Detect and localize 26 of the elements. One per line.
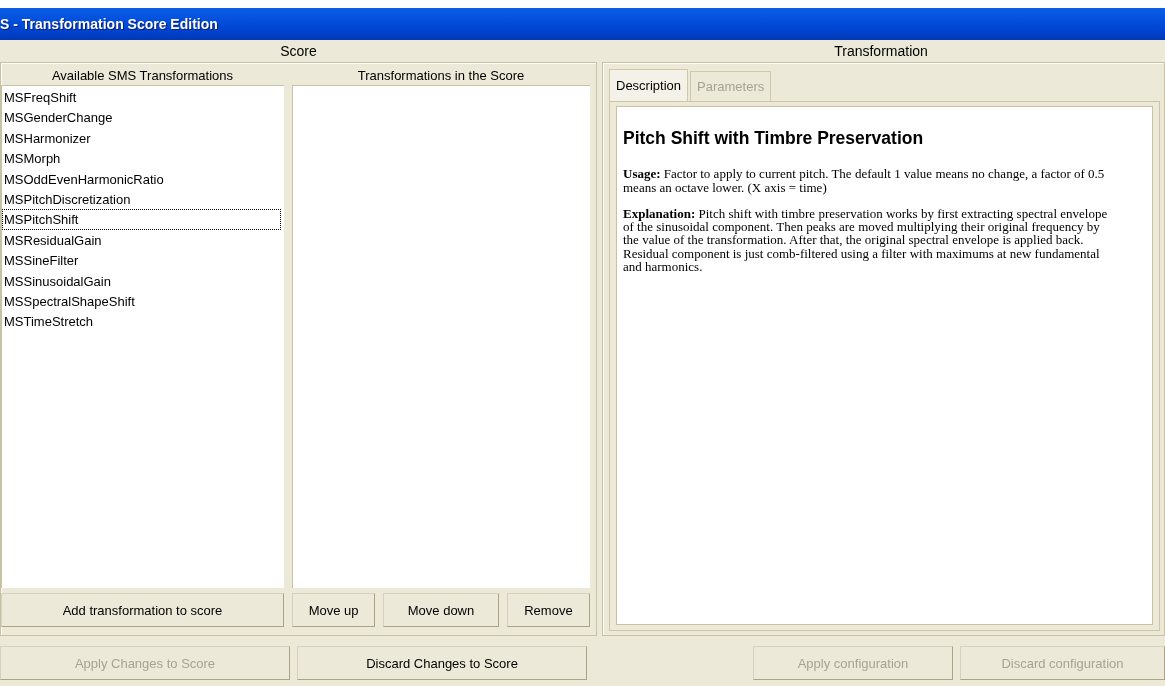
score-heading: Score <box>279 42 318 61</box>
description-paragraph: Usage: Factor to apply to current pitch. The default 1 value means no change, a factor of 0.5 means an octave lower. (X axis = time) <box>623 167 1106 194</box>
list-item[interactable]: MSTimeStretch <box>2 311 281 332</box>
list-button[interactable]: Move down <box>383 593 499 627</box>
list-item[interactable]: MSPitchDiscretization <box>2 188 281 210</box>
window-title: S - Transformation Score Edition <box>0 8 1165 40</box>
list-button[interactable]: Move up <box>292 593 376 627</box>
list-item[interactable]: MSFreqShift <box>2 87 281 108</box>
list-item[interactable]: MSPitchShift <box>2 209 281 230</box>
tab[interactable]: Description <box>609 69 689 101</box>
list-item[interactable]: MSGenderChange <box>2 107 281 128</box>
transformation-heading: Transformation <box>833 42 929 61</box>
add-button[interactable]: Add transformation to score <box>1 593 284 627</box>
available-heading: Available SMS Transformations <box>50 66 235 85</box>
list-item[interactable]: MSResidualGain <box>2 229 281 251</box>
list-item[interactable]: MSSpectralShapeShift <box>2 290 281 312</box>
description-title: Pitch Shift with Timbre Preservation <box>623 132 925 146</box>
list-item[interactable]: MSOddEvenHarmonicRatio <box>2 168 281 189</box>
list-item[interactable]: MSMorph <box>2 148 281 169</box>
score-button[interactable]: Discard Changes to Score <box>297 646 587 680</box>
list-item[interactable]: MSSinusoidalGain <box>2 270 281 291</box>
list-item[interactable]: MSHarmonizer <box>2 127 281 149</box>
score-list-heading: Transformations in the Score <box>356 66 526 85</box>
list-button[interactable]: Remove <box>506 593 590 627</box>
list-item[interactable]: MSSineFilter <box>2 250 281 271</box>
description-paragraph: Explanation: Pitch shift with timbre preservation works by first extracting spectral envelope of the sinusoidal component. Then peaks are moved multiplying their original frequency by the value of the transformation. After that, the original spectral envelope is applied back. Residual component is just comb-filtered using a filter with maximums at new fundamental and harmonics. <box>623 206 1109 274</box>
